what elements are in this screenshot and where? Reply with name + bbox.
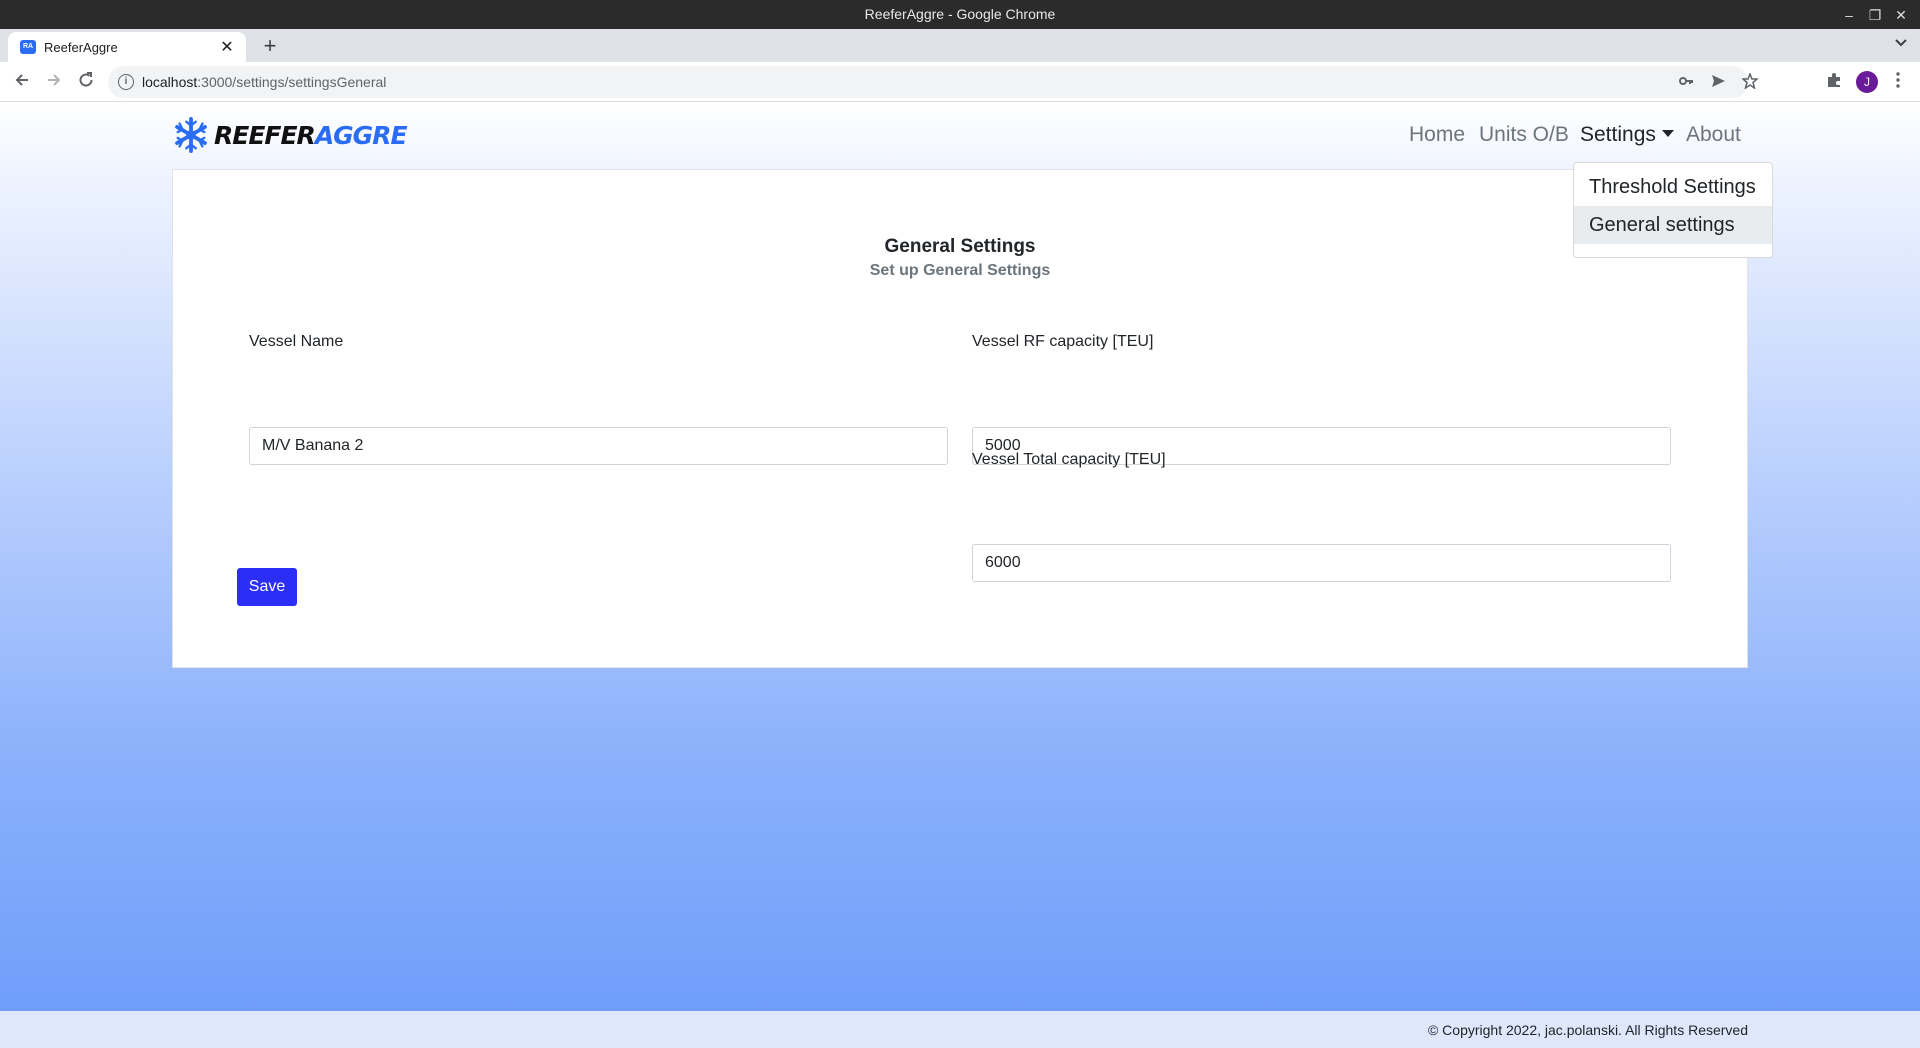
restore-icon[interactable]: ❐ [1864, 4, 1886, 26]
url-path: :3000/settings/settingsGeneral [197, 74, 387, 90]
page-subtitle: Set up General Settings [869, 262, 1051, 279]
caret-down-icon [1661, 130, 1674, 138]
dropdown-item-general-settings[interactable]: General settings [1574, 206, 1772, 244]
url-text[interactable]: localhost:3000/settings/settingsGeneral [142, 74, 386, 90]
dropdown-item-threshold-settings[interactable]: Threshold Settings [1574, 168, 1772, 206]
reload-icon[interactable] [75, 71, 97, 93]
extensions-icon[interactable] [1823, 71, 1845, 93]
window-title-bar: ReeferAggre - Google Chrome – ❐ ✕ [0, 0, 1920, 29]
tab-search-icon[interactable] [1894, 35, 1908, 53]
brand-name-part1: REEFER [214, 120, 316, 150]
rf-capacity-label: Vessel RF capacity [TEU] [972, 333, 1154, 350]
brand-logo[interactable]: REEFER AGGRE [172, 115, 408, 155]
window-title: ReeferAggre - Google Chrome [864, 6, 1056, 22]
save-button[interactable]: Save [237, 568, 297, 606]
nav-settings[interactable]: Settings [1580, 123, 1674, 153]
copyright-text: © Copyright 2022, jac.polanski. All Righ… [1427, 1022, 1748, 1038]
vessel-name-label: Vessel Name [249, 333, 344, 350]
snowflake-icon [175, 116, 207, 154]
page-footer: © Copyright 2022, jac.polanski. All Righ… [0, 1011, 1920, 1048]
browser-toolbar: i localhost:3000/settings/settingsGenera… [0, 62, 1920, 102]
tab-strip: RA ReeferAggre ✕ + [0, 29, 1920, 62]
nav-home[interactable]: Home [1409, 123, 1465, 153]
page-title: General Settings [884, 236, 1036, 257]
vessel-name-input[interactable] [249, 427, 948, 465]
settings-dropdown-menu: Threshold Settings General settings [1573, 162, 1773, 258]
total-capacity-input[interactable] [972, 544, 1671, 582]
brand-name-part2: AGGRE [314, 120, 408, 150]
send-icon[interactable] [1709, 73, 1727, 91]
site-info-icon[interactable]: i [118, 74, 134, 90]
browser-tab[interactable]: RA ReeferAggre ✕ [8, 32, 246, 62]
settings-card: General Settings Set up General Settings… [172, 169, 1748, 668]
chrome-menu-icon[interactable] [1887, 71, 1909, 93]
profile-avatar[interactable]: J [1856, 71, 1878, 93]
new-tab-button[interactable]: + [258, 33, 282, 59]
key-icon[interactable] [1677, 73, 1695, 91]
tab-close-icon[interactable]: ✕ [218, 37, 236, 57]
total-capacity-label: Vessel Total capacity [TEU] [972, 451, 1166, 468]
nav-about[interactable]: About [1686, 123, 1741, 153]
close-window-icon[interactable]: ✕ [1890, 4, 1912, 26]
tab-title: ReeferAggre [44, 40, 118, 55]
favicon-icon: RA [20, 40, 36, 54]
nav-settings-label: Settings [1580, 123, 1656, 146]
minimize-icon[interactable]: – [1838, 4, 1860, 26]
forward-icon[interactable] [43, 71, 65, 93]
address-bar[interactable]: i localhost:3000/settings/settingsGenera… [108, 66, 1759, 98]
page-viewport: REEFER AGGRE Home Units O/B Settings Abou… [0, 103, 1920, 1048]
nav-units-ob[interactable]: Units O/B [1479, 123, 1569, 153]
bookmark-star-icon[interactable] [1741, 71, 1759, 91]
back-icon[interactable] [11, 71, 33, 93]
url-host: localhost [142, 74, 198, 90]
